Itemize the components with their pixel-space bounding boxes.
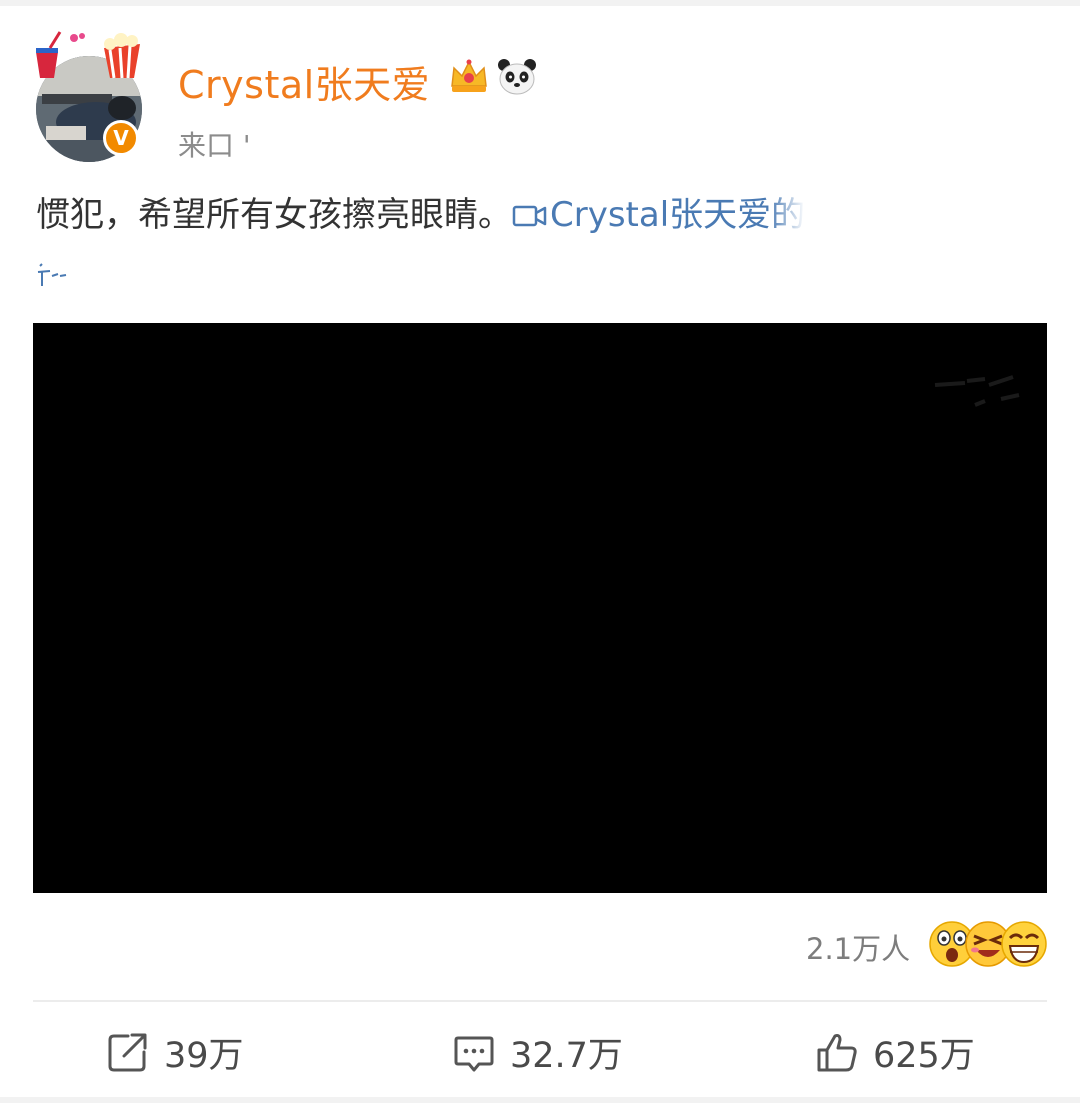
crown-icon	[451, 59, 487, 92]
like-icon	[817, 1034, 857, 1072]
comment-button[interactable]: 32.7万	[452, 1026, 623, 1078]
repost-icon	[108, 1033, 147, 1072]
video-player[interactable]	[33, 323, 1047, 893]
comment-count: 32.7万	[510, 1035, 623, 1076]
like-count: 625万	[873, 1035, 975, 1076]
like-button[interactable]: 625万	[815, 1026, 975, 1078]
panda-icon	[498, 59, 536, 95]
video-link[interactable]: Crystal张天爱的	[512, 190, 805, 240]
repost-count: 39万	[164, 1035, 244, 1076]
comment-icon	[454, 1036, 494, 1072]
video-camera-icon	[512, 205, 547, 227]
bottom-separator	[0, 1097, 1080, 1103]
post-text: 惯犯，希望所有女孩擦亮眼睛。 Crystal张天爱的	[36, 190, 956, 240]
reaction-summary[interactable]	[928, 920, 1048, 972]
viewer-count[interactable]: 2.1万人	[806, 926, 910, 968]
top-separator	[0, 0, 1080, 6]
username[interactable]: Crystal张天爱	[178, 54, 430, 109]
avatar[interactable]: V	[30, 30, 148, 162]
link-continuation-fragment	[37, 263, 67, 286]
action-divider	[33, 1000, 1047, 1002]
laughing-face-icon	[1001, 921, 1047, 967]
verified-badge-icon: V	[103, 120, 139, 156]
repost-button[interactable]: 39万	[106, 1026, 244, 1078]
video-watermark-icon	[934, 375, 1020, 407]
post-source: 来口 '	[178, 129, 251, 162]
video-link-label: Crystal张天爱的	[550, 195, 806, 235]
popcorn-drink-decoration-icon	[36, 31, 140, 79]
post-body: 惯犯，希望所有女孩擦亮眼睛。	[36, 195, 512, 235]
